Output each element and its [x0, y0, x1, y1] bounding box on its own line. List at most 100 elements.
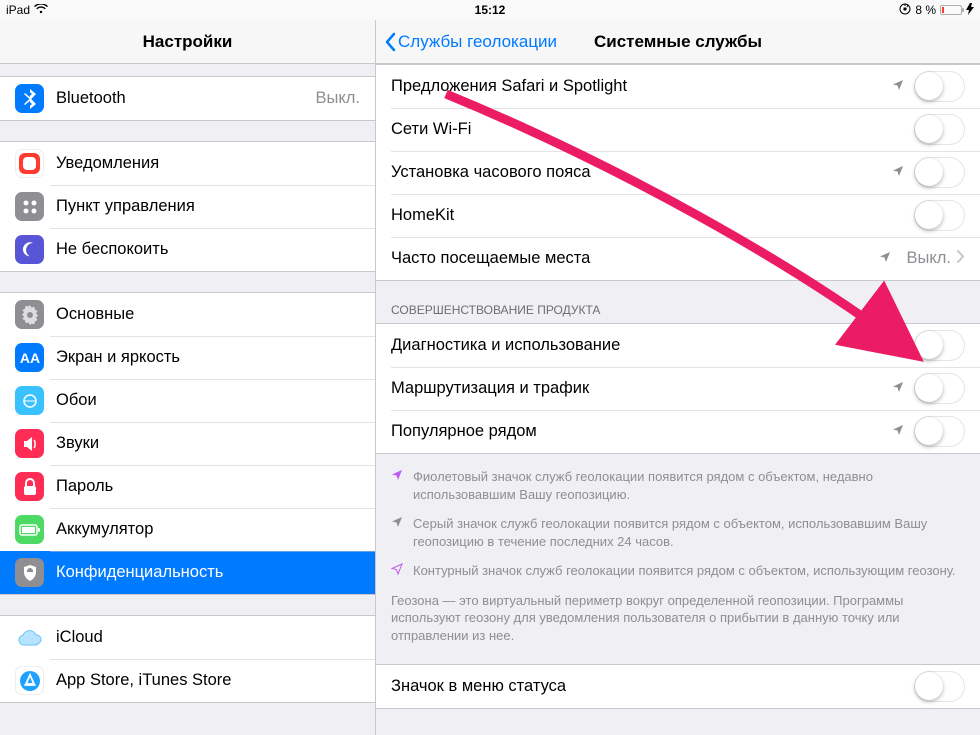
- detail-title: Системные службы: [594, 32, 762, 52]
- sidebar-item-sounds[interactable]: Звуки: [0, 422, 375, 465]
- bluetooth-icon: [15, 84, 44, 113]
- row-label: Предложения Safari и Spotlight: [391, 77, 892, 96]
- row-label: Диагностика и использование: [391, 336, 914, 355]
- sidebar-label: Звуки: [56, 434, 360, 453]
- sidebar-item-bluetooth[interactable]: Bluetooth Выкл.: [0, 77, 375, 120]
- row-value: Выкл.: [907, 249, 951, 268]
- back-label: Службы геолокации: [398, 32, 557, 52]
- wifi-icon: [34, 3, 48, 17]
- sidebar-item-notifications[interactable]: Уведомления: [0, 142, 375, 185]
- battery-settings-icon: [15, 515, 44, 544]
- group-header: СОВЕРШЕНСТВОВАНИЕ ПРОДУКТА: [376, 281, 980, 323]
- sidebar-item-app-store[interactable]: App Store, iTunes Store: [0, 659, 375, 702]
- sidebar-label: Аккумулятор: [56, 520, 360, 539]
- dnd-icon: [15, 235, 44, 264]
- orientation-lock-icon: [899, 3, 911, 18]
- sidebar-title: Настройки: [143, 32, 233, 52]
- sidebar-item-control-center[interactable]: Пункт управления: [0, 185, 375, 228]
- toggle[interactable]: [914, 373, 965, 404]
- sidebar-item-dnd[interactable]: Не беспокоить: [0, 228, 375, 271]
- row-wifi-networks[interactable]: Сети Wi-Fi: [376, 108, 980, 151]
- sidebar-label: Пункт управления: [56, 197, 360, 216]
- sounds-icon: [15, 429, 44, 458]
- location-icon: [892, 423, 904, 441]
- toggle[interactable]: [914, 114, 965, 145]
- row-label: Маршрутизация и трафик: [391, 379, 892, 398]
- row-timezone[interactable]: Установка часового пояса: [376, 151, 980, 194]
- sidebar-label: Экран и яркость: [56, 348, 360, 367]
- legend: Фиолетовый значок служб геолокации появи…: [376, 454, 980, 646]
- row-label: Значок в меню статуса: [391, 677, 914, 696]
- sidebar-item-passcode[interactable]: Пароль: [0, 465, 375, 508]
- toggle[interactable]: [914, 416, 965, 447]
- settings-sidebar: Настройки Bluetooth Выкл. Уведомления Пу…: [0, 20, 376, 735]
- sidebar-item-general[interactable]: Основные: [0, 293, 375, 336]
- app-store-icon: [15, 666, 44, 695]
- detail-nav: Службы геолокации Системные службы: [376, 20, 980, 64]
- toggle[interactable]: [914, 71, 965, 102]
- notifications-icon: [15, 149, 44, 178]
- chevron-right-icon: [957, 250, 965, 268]
- toggle[interactable]: [914, 671, 965, 702]
- row-label: HomeKit: [391, 206, 914, 225]
- sidebar-nav: Настройки: [0, 20, 375, 64]
- row-safari-spotlight[interactable]: Предложения Safari и Spotlight: [376, 65, 980, 108]
- detail-pane: Службы геолокации Системные службы Предл…: [376, 20, 980, 735]
- carrier-label: iPad: [6, 3, 30, 17]
- location-icon: [892, 164, 904, 182]
- row-popular-nearby[interactable]: Популярное рядом: [376, 410, 980, 453]
- location-icon-outline: [391, 562, 403, 580]
- legend-text: Фиолетовый значок служб геолокации появи…: [413, 468, 965, 503]
- location-icon-purple: [391, 468, 403, 503]
- sidebar-label: App Store, iTunes Store: [56, 671, 360, 690]
- battery-icon: [940, 5, 962, 15]
- toggle[interactable]: [914, 330, 965, 361]
- wallpaper-icon: [15, 386, 44, 415]
- toggle[interactable]: [914, 157, 965, 188]
- row-homekit[interactable]: HomeKit: [376, 194, 980, 237]
- charging-icon: [966, 3, 974, 18]
- row-label: Сети Wi-Fi: [391, 120, 914, 139]
- sidebar-label: iCloud: [56, 628, 360, 647]
- sidebar-label: Пароль: [56, 477, 360, 496]
- sidebar-item-wallpaper[interactable]: Обои: [0, 379, 375, 422]
- row-diagnostics[interactable]: Диагностика и использование: [376, 324, 980, 367]
- sidebar-item-battery[interactable]: Аккумулятор: [0, 508, 375, 551]
- row-frequent-locations[interactable]: Часто посещаемые места Выкл.: [376, 237, 980, 280]
- clock: 15:12: [475, 3, 506, 17]
- sidebar-item-icloud[interactable]: iCloud: [0, 616, 375, 659]
- sidebar-label: Bluetooth: [56, 89, 316, 108]
- toggle[interactable]: [914, 200, 965, 231]
- display-icon: AA: [15, 343, 44, 372]
- control-center-icon: [15, 192, 44, 221]
- location-icon: [879, 249, 891, 268]
- sidebar-label: Уведомления: [56, 154, 360, 173]
- sidebar-item-privacy[interactable]: Конфиденциальность: [0, 551, 375, 594]
- chevron-left-icon: [384, 32, 396, 52]
- legend-paragraph: Геозона — это виртуальный периметр вокру…: [391, 592, 965, 645]
- location-icon: [892, 78, 904, 96]
- location-icon-gray: [391, 515, 403, 550]
- gear-icon: [15, 300, 44, 329]
- svg-text:AA: AA: [20, 350, 40, 366]
- privacy-icon: [15, 558, 44, 587]
- row-label: Популярное рядом: [391, 422, 892, 441]
- passcode-icon: [15, 472, 44, 501]
- sidebar-value: Выкл.: [316, 89, 360, 108]
- sidebar-label: Конфиденциальность: [56, 563, 360, 582]
- sidebar-label: Обои: [56, 391, 360, 410]
- location-icon: [892, 380, 904, 398]
- row-label: Часто посещаемые места: [391, 249, 879, 268]
- legend-text: Серый значок служб геолокации появится р…: [413, 515, 965, 550]
- legend-text: Контурный значок служб геолокации появит…: [413, 562, 965, 580]
- row-status-icon[interactable]: Значок в меню статуса: [376, 665, 980, 708]
- battery-pct: 8 %: [915, 3, 936, 17]
- sidebar-item-display[interactable]: AA Экран и яркость: [0, 336, 375, 379]
- icloud-icon: [15, 623, 44, 652]
- row-routing-traffic[interactable]: Маршрутизация и трафик: [376, 367, 980, 410]
- sidebar-label: Не беспокоить: [56, 240, 360, 259]
- row-label: Установка часового пояса: [391, 163, 892, 182]
- sidebar-label: Основные: [56, 305, 360, 324]
- status-bar: iPad 15:12 8 %: [0, 0, 980, 20]
- back-button[interactable]: Службы геолокации: [384, 32, 557, 52]
